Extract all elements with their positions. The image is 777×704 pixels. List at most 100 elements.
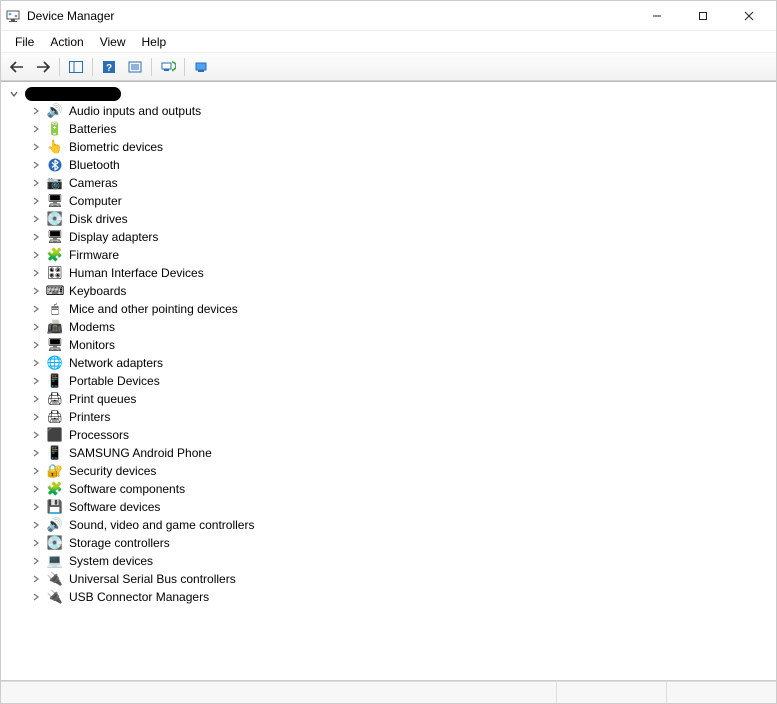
tree-node[interactable]: 🔊Sound, video and game controllers	[27, 516, 772, 534]
expander-right-icon[interactable]	[29, 482, 43, 496]
tree-node[interactable]: 📷Cameras	[27, 174, 772, 192]
expander-right-icon[interactable]	[29, 320, 43, 334]
tree-node-label: Network adapters	[67, 356, 163, 370]
maximize-button[interactable]	[680, 1, 726, 31]
tree-node[interactable]: 🖨Print queues	[27, 390, 772, 408]
mouse-icon: 🖱	[47, 301, 63, 317]
tree-node-label: Bluetooth	[67, 158, 120, 172]
print-queue-icon: 🖨	[47, 391, 63, 407]
expander-right-icon[interactable]	[29, 572, 43, 586]
expander-right-icon[interactable]	[29, 536, 43, 550]
tree-node-label: Biometric devices	[67, 140, 163, 154]
expander-right-icon[interactable]	[29, 194, 43, 208]
tree-node[interactable]: 🎛Human Interface Devices	[27, 264, 772, 282]
tree-node[interactable]: 🧩Firmware	[27, 246, 772, 264]
toolbar: ?	[1, 53, 776, 81]
expander-right-icon[interactable]	[29, 356, 43, 370]
expander-right-icon[interactable]	[29, 284, 43, 298]
expander-right-icon[interactable]	[29, 410, 43, 424]
expander-right-icon[interactable]	[29, 518, 43, 532]
minimize-button[interactable]	[634, 1, 680, 31]
device-tree-container[interactable]: 🔊Audio inputs and outputs🔋Batteries👆Biom…	[1, 81, 776, 681]
tree-node[interactable]: 🖥Computer	[27, 192, 772, 210]
expander-right-icon[interactable]	[29, 554, 43, 568]
tree-node[interactable]: 🌐 Network adapters	[27, 354, 772, 372]
tree-node[interactable]: ⌨Keyboards	[27, 282, 772, 300]
storage-controller-icon: 💽	[47, 535, 63, 551]
window-title: Device Manager	[27, 9, 634, 23]
menu-action[interactable]: Action	[42, 33, 91, 51]
tree-node[interactable]: 💻System devices	[27, 552, 772, 570]
tree-node[interactable]: 📱SAMSUNG Android Phone	[27, 444, 772, 462]
tree-node[interactable]: 💽Disk drives	[27, 210, 772, 228]
modem-icon: 📠	[47, 319, 63, 335]
show-hide-console-tree-button[interactable]	[64, 56, 88, 78]
tree-node[interactable]: 🖥Monitors	[27, 336, 772, 354]
tree-node[interactable]: 🔌Universal Serial Bus controllers	[27, 570, 772, 588]
tree-node[interactable]: 🧩 Software components	[27, 480, 772, 498]
tree-node[interactable]: 🔌USB Connector Managers	[27, 588, 772, 606]
network-adapter-icon: 🌐	[47, 355, 63, 371]
add-legacy-hardware-button[interactable]	[189, 56, 213, 78]
expander-right-icon[interactable]	[29, 464, 43, 478]
expander-right-icon[interactable]	[29, 176, 43, 190]
help-button[interactable]: ?	[97, 56, 121, 78]
system-device-icon: 💻	[47, 553, 63, 569]
tree-node-label: Portable Devices	[67, 374, 160, 388]
expander-right-icon[interactable]	[29, 230, 43, 244]
expander-right-icon[interactable]	[29, 590, 43, 604]
tree-node[interactable]: 🔊Audio inputs and outputs	[27, 102, 772, 120]
expander-right-icon[interactable]	[29, 266, 43, 280]
expander-right-icon[interactable]	[29, 248, 43, 262]
back-button[interactable]	[5, 56, 29, 78]
tree-node[interactable]: 👆Biometric devices	[27, 138, 772, 156]
close-button[interactable]	[726, 1, 772, 31]
expander-right-icon[interactable]	[29, 122, 43, 136]
expander-right-icon[interactable]	[29, 392, 43, 406]
tree-node[interactable]: 🖥Display adapters	[27, 228, 772, 246]
tree-children: 🔊Audio inputs and outputs🔋Batteries👆Biom…	[27, 102, 772, 606]
tree-node[interactable]: Bluetooth	[27, 156, 772, 174]
tree-node[interactable]: 📱Portable Devices	[27, 372, 772, 390]
sound-controller-icon: 🔊	[47, 517, 63, 533]
software-component-icon: 🧩	[47, 481, 63, 497]
expander-right-icon[interactable]	[29, 140, 43, 154]
expander-right-icon[interactable]	[29, 446, 43, 460]
security-device-icon: 🔐	[47, 463, 63, 479]
tree-node[interactable]: 💽Storage controllers	[27, 534, 772, 552]
tree-node[interactable]: 🖱Mice and other pointing devices	[27, 300, 772, 318]
expander-down-icon[interactable]	[7, 87, 21, 101]
expander-right-icon[interactable]	[29, 374, 43, 388]
menu-help[interactable]: Help	[134, 33, 175, 51]
tree-node[interactable]: 📠 Modems	[27, 318, 772, 336]
software-device-icon: 💾	[47, 499, 63, 515]
expander-right-icon[interactable]	[29, 428, 43, 442]
tree-node-label: Printers	[67, 410, 110, 424]
tree-node[interactable]: 🔋Batteries	[27, 120, 772, 138]
expander-right-icon[interactable]	[29, 500, 43, 514]
toolbar-separator	[184, 58, 185, 76]
tree-node[interactable]: 💾Software devices	[27, 498, 772, 516]
menu-file[interactable]: File	[7, 33, 42, 51]
menu-view[interactable]: View	[92, 33, 134, 51]
expander-right-icon[interactable]	[29, 338, 43, 352]
tree-root-node[interactable]	[5, 86, 772, 102]
toolbar-separator	[59, 58, 60, 76]
scan-hardware-button[interactable]	[156, 56, 180, 78]
app-icon	[5, 8, 21, 24]
forward-button[interactable]	[31, 56, 55, 78]
tree-node[interactable]: 🔐Security devices	[27, 462, 772, 480]
expander-right-icon[interactable]	[29, 302, 43, 316]
firmware-icon: 🧩	[47, 247, 63, 263]
properties-button[interactable]	[123, 56, 147, 78]
tree-node[interactable]: 🖨Printers	[27, 408, 772, 426]
status-bar	[1, 681, 776, 703]
battery-icon: 🔋	[47, 121, 63, 137]
expander-right-icon[interactable]	[29, 104, 43, 118]
expander-right-icon[interactable]	[29, 158, 43, 172]
tree-node-label: Software components	[67, 482, 185, 496]
status-cell	[666, 682, 776, 703]
tree-node[interactable]: ⬛Processors	[27, 426, 772, 444]
tree-node-label: Modems	[67, 320, 115, 334]
expander-right-icon[interactable]	[29, 212, 43, 226]
